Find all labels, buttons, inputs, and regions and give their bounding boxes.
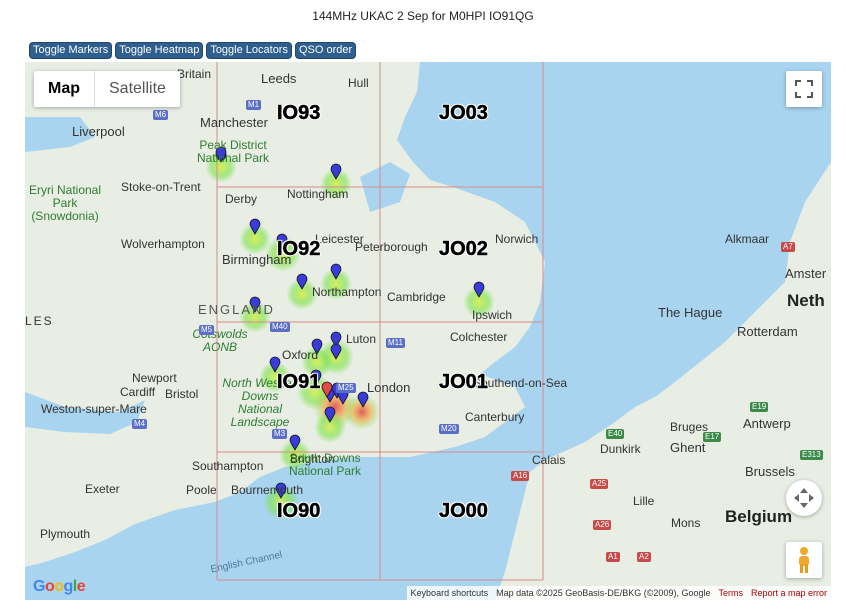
park-cotswolds: Cotswolds AONB [192,327,248,354]
place-bristol: Bristol [165,387,199,401]
terms-link[interactable]: Terms [718,586,743,600]
locator-label: IO93 [277,102,321,125]
place-leeds: Leeds [261,71,297,86]
road-shield: M25 [336,383,356,393]
map-attribution: Keyboard shortcuts Map data ©2025 GeoBas… [406,586,831,600]
road-shield: E313 [800,450,823,460]
place-antwerp: Antwerp [743,416,791,431]
road-shield: A7 [781,242,795,252]
place-brussels: Brussels [745,464,795,479]
page-title: 144MHz UKAC 2 Sep for M0HPI IO91QG [312,9,534,23]
place-exeter: Exeter [85,482,120,496]
place-newport: Newport [132,371,177,385]
locator-label: IO92 [277,238,321,261]
road-shield: E17 [703,432,722,442]
camera-control-button[interactable] [786,480,822,516]
place-calais: Calais [532,453,566,467]
locator-label: JO03 [439,102,488,125]
place-canterbury: Canterbury [465,410,525,424]
place-oxford: Oxford [282,348,319,362]
place-southampton: Southampton [192,459,264,473]
place-lille: Lille [633,494,655,508]
place-poole: Poole [186,483,217,497]
place-britain: Britain [177,67,212,81]
road-shield: A16 [511,471,530,481]
road-shield: M4 [132,419,148,429]
keyboard-shortcuts-link[interactable]: Keyboard shortcuts [411,586,489,600]
map-canvas[interactable]: Britain Leeds Hull Manchester Liverpool … [25,62,831,600]
toolbar: Toggle Markers Toggle Heatmap Toggle Loc… [29,42,357,59]
fullscreen-icon [795,80,813,98]
place-peterborough: Peterborough [355,240,428,254]
place-wolverhampton: Wolverhampton [121,237,205,251]
road-shield: A25 [590,479,609,489]
road-shield: M6 [153,110,169,120]
place-mons: Mons [671,516,701,530]
road-shield: M3 [272,429,288,439]
place-nottingham: Nottingham [287,187,349,201]
locator-label: JO02 [439,238,488,261]
place-colchester: Colchester [450,330,508,344]
place-cambridge: Cambridge [387,290,446,304]
street-view-button[interactable] [786,542,822,578]
place-bruges: Bruges [670,420,709,434]
qso-order-button[interactable]: QSO order [294,42,357,59]
toggle-markers-button[interactable]: Toggle Markers [29,42,113,59]
place-luton: Luton [346,332,377,346]
park-southdowns: South Downs National Park [288,451,362,478]
place-norwich: Norwich [495,232,539,246]
map-data-credit: Map data ©2025 GeoBasis-DE/BKG (©2009), … [496,588,711,598]
place-ipswich: Ipswich [472,308,513,322]
place-liverpool: Liverpool [72,124,125,139]
road-shield: M1 [246,100,262,110]
place-rotterdam: Rotterdam [737,324,798,339]
map-type-map-button[interactable]: Map [34,71,95,107]
place-weston: Weston-super-Mare [41,402,147,416]
locator-label: JO00 [439,500,488,523]
country-netherlands: Neth [787,291,825,310]
country-belgium: Belgium [725,507,793,526]
map-base [25,62,831,600]
country-england: ENGLAND [198,302,275,317]
place-london: London [367,380,411,395]
place-hull: Hull [348,76,369,90]
road-shield: E19 [750,402,769,412]
park-peak: Peak District National Park [196,138,270,165]
move-arrows-icon [794,488,814,508]
place-amsterdam: Amster [785,266,827,281]
park-eryri: Eryri National Park (Snowdonia) [28,183,102,223]
road-shield: M5 [199,325,215,335]
report-error-link[interactable]: Report a map error [751,586,827,600]
place-les: LES [25,314,54,328]
road-shield: A2 [637,552,651,562]
place-plymouth: Plymouth [40,527,91,541]
road-shield: A26 [593,520,612,530]
place-derby: Derby [225,192,258,206]
place-stoke: Stoke-on-Trent [121,180,201,194]
map-type-control: Map Satellite [34,71,180,107]
locator-label: JO01 [439,371,488,394]
road-shield: M40 [270,322,290,332]
place-ghent: Ghent [670,440,706,455]
road-shield: E40 [606,429,625,439]
place-bournemouth: Bournemouth [231,483,304,497]
road-shield: M11 [386,338,405,348]
place-hague: The Hague [658,305,723,320]
locator-label: IO90 [277,500,321,523]
toggle-heatmap-button[interactable]: Toggle Heatmap [115,42,204,59]
locator-label: IO91 [277,371,321,394]
pegman-icon [799,547,809,573]
google-logo: Google [33,578,86,595]
place-northampton: Northampton [312,285,382,299]
map-type-satellite-button[interactable]: Satellite [95,71,180,107]
place-dunkirk: Dunkirk [600,442,641,456]
place-cardiff: Cardiff [120,385,156,399]
place-alkmaar: Alkmaar [725,232,770,246]
fullscreen-button[interactable] [786,71,822,107]
road-shield: A1 [606,552,620,562]
toggle-locators-button[interactable]: Toggle Locators [206,42,292,59]
place-manchester: Manchester [200,115,268,130]
road-shield: M20 [439,424,459,434]
